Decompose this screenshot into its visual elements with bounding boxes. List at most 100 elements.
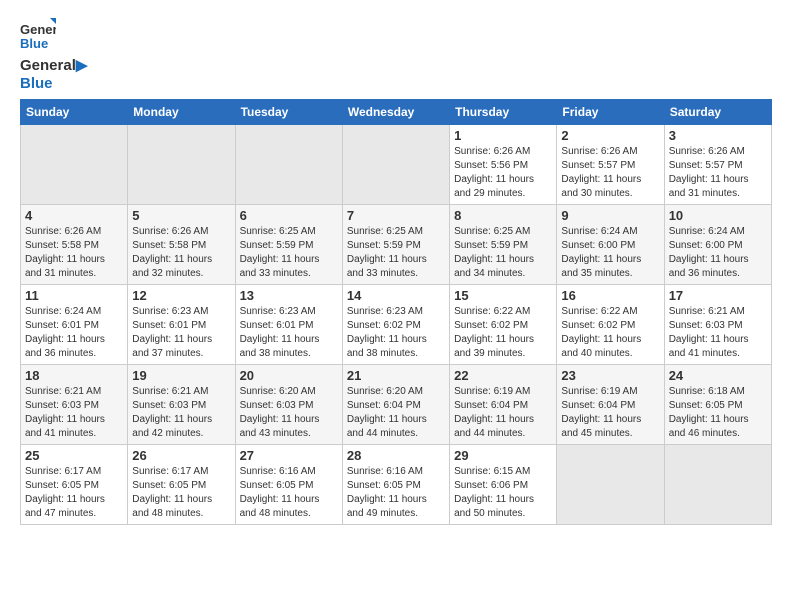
calendar-cell — [342, 125, 449, 205]
calendar-cell: 23Sunrise: 6:19 AM Sunset: 6:04 PM Dayli… — [557, 365, 664, 445]
page-container: General Blue General▶ Blue SundayMondayT… — [0, 0, 792, 535]
day-info: Sunrise: 6:23 AM Sunset: 6:01 PM Dayligh… — [240, 305, 338, 361]
calendar-cell: 5 Sunrise: 6:26 AM Sunset: 5:58 PM Daylig… — [128, 205, 235, 285]
calendar-cell: 10Sunrise: 6:24 AM Sunset: 6:00 PM Dayli… — [664, 205, 771, 285]
day-header-thursday: Thursday — [450, 100, 557, 125]
day-number: 25 — [25, 448, 123, 463]
day-number: 26 — [132, 448, 230, 463]
calendar-cell — [664, 445, 771, 525]
calendar-cell: 29 Sunrise: 6:15 AM Sunset: 6:06 PM Dayli… — [450, 445, 557, 525]
day-number: 16 — [561, 288, 659, 303]
day-info: Sunrise: 6:26 AM Sunset: 5:57 PM Dayligh… — [561, 145, 659, 201]
day-number: 27 — [240, 448, 338, 463]
calendar-cell: 26 Sunrise: 6:17 AM Sunset: 6:05 PM Dayli… — [128, 445, 235, 525]
day-number: 23 — [561, 368, 659, 383]
logo-text: General▶ Blue — [20, 57, 87, 93]
day-info: Sunrise: 6:16 AM Sunset: 6:05 PM Dayligh… — [347, 465, 445, 521]
logo: General Blue General▶ Blue — [20, 16, 87, 93]
day-number: 14 — [347, 288, 445, 303]
day-info: Sunrise: 6:25 AM Sunset: 5:59 PM Dayligh… — [454, 225, 552, 281]
day-header-saturday: Saturday — [664, 100, 771, 125]
calendar-cell: 2 Sunrise: 6:26 AM Sunset: 5:57 PM Daylig… — [557, 125, 664, 205]
day-number: 5 — [132, 208, 230, 223]
calendar-cell: 1Sunrise: 6:26 AM Sunset: 5:56 PM Daylig… — [450, 125, 557, 205]
calendar-cell: 16 Sunrise: 6:22 AM Sunset: 6:02 PM Dayli… — [557, 285, 664, 365]
calendar-cell: 13 Sunrise: 6:23 AM Sunset: 6:01 PM Dayli… — [235, 285, 342, 365]
calendar-cell: 27 Sunrise: 6:16 AM Sunset: 6:05 PM Dayli… — [235, 445, 342, 525]
day-info: Sunrise: 6:24 AM Sunset: 6:01 PM Dayligh… — [25, 305, 123, 361]
day-number: 22 — [454, 368, 552, 383]
day-info: Sunrise: 6:16 AM Sunset: 6:05 PM Dayligh… — [240, 465, 338, 521]
day-info: Sunrise: 6:21 AM Sunset: 6:03 PM Dayligh… — [669, 305, 767, 361]
calendar-week-row: 25 Sunrise: 6:17 AM Sunset: 6:05 PM Dayli… — [21, 445, 772, 525]
day-number: 29 — [454, 448, 552, 463]
calendar-cell: 8 Sunrise: 6:25 AM Sunset: 5:59 PM Daylig… — [450, 205, 557, 285]
day-number: 6 — [240, 208, 338, 223]
day-info: Sunrise: 6:19 AM Sunset: 6:04 PM Dayligh… — [454, 385, 552, 441]
svg-text:Blue: Blue — [20, 36, 48, 51]
day-number: 3 — [669, 128, 767, 143]
day-info: Sunrise: 6:23 AM Sunset: 6:01 PM Dayligh… — [132, 305, 230, 361]
calendar-week-row: 11 Sunrise: 6:24 AM Sunset: 6:01 PM Dayli… — [21, 285, 772, 365]
day-header-monday: Monday — [128, 100, 235, 125]
day-info: Sunrise: 6:25 AM Sunset: 5:59 PM Dayligh… — [240, 225, 338, 281]
day-number: 18 — [25, 368, 123, 383]
day-number: 7 — [347, 208, 445, 223]
day-header-tuesday: Tuesday — [235, 100, 342, 125]
day-info: Sunrise: 6:26 AM Sunset: 5:58 PM Dayligh… — [132, 225, 230, 281]
calendar-cell: 28 Sunrise: 6:16 AM Sunset: 6:05 PM Dayli… — [342, 445, 449, 525]
calendar-cell: 9Sunrise: 6:24 AM Sunset: 6:00 PM Daylig… — [557, 205, 664, 285]
calendar-cell — [235, 125, 342, 205]
day-info: Sunrise: 6:26 AM Sunset: 5:58 PM Dayligh… — [25, 225, 123, 281]
day-number: 11 — [25, 288, 123, 303]
day-info: Sunrise: 6:22 AM Sunset: 6:02 PM Dayligh… — [561, 305, 659, 361]
day-number: 24 — [669, 368, 767, 383]
day-number: 17 — [669, 288, 767, 303]
day-header-wednesday: Wednesday — [342, 100, 449, 125]
header: General Blue General▶ Blue — [20, 16, 772, 93]
day-number: 19 — [132, 368, 230, 383]
day-number: 2 — [561, 128, 659, 143]
day-info: Sunrise: 6:21 AM Sunset: 6:03 PM Dayligh… — [132, 385, 230, 441]
day-header-friday: Friday — [557, 100, 664, 125]
calendar-cell: 20 Sunrise: 6:20 AM Sunset: 6:03 PM Dayli… — [235, 365, 342, 445]
calendar-cell: 25 Sunrise: 6:17 AM Sunset: 6:05 PM Dayli… — [21, 445, 128, 525]
calendar-cell: 19 Sunrise: 6:21 AM Sunset: 6:03 PM Dayli… — [128, 365, 235, 445]
day-number: 21 — [347, 368, 445, 383]
day-number: 13 — [240, 288, 338, 303]
calendar-cell: 7 Sunrise: 6:25 AM Sunset: 5:59 PM Daylig… — [342, 205, 449, 285]
day-info: Sunrise: 6:25 AM Sunset: 5:59 PM Dayligh… — [347, 225, 445, 281]
calendar-cell: 3 Sunrise: 6:26 AM Sunset: 5:57 PM Daylig… — [664, 125, 771, 205]
day-number: 4 — [25, 208, 123, 223]
day-number: 20 — [240, 368, 338, 383]
calendar-table: SundayMondayTuesdayWednesdayThursdayFrid… — [20, 99, 772, 525]
day-number: 10 — [669, 208, 767, 223]
calendar-cell: 22 Sunrise: 6:19 AM Sunset: 6:04 PM Dayli… — [450, 365, 557, 445]
day-number: 12 — [132, 288, 230, 303]
day-info: Sunrise: 6:18 AM Sunset: 6:05 PM Dayligh… — [669, 385, 767, 441]
day-info: Sunrise: 6:15 AM Sunset: 6:06 PM Dayligh… — [454, 465, 552, 521]
calendar-cell: 14Sunrise: 6:23 AM Sunset: 6:02 PM Dayli… — [342, 285, 449, 365]
day-info: Sunrise: 6:17 AM Sunset: 6:05 PM Dayligh… — [132, 465, 230, 521]
day-info: Sunrise: 6:17 AM Sunset: 6:05 PM Dayligh… — [25, 465, 123, 521]
calendar-cell: 17 Sunrise: 6:21 AM Sunset: 6:03 PM Dayli… — [664, 285, 771, 365]
calendar-cell — [21, 125, 128, 205]
calendar-week-row: 4 Sunrise: 6:26 AM Sunset: 5:58 PM Daylig… — [21, 205, 772, 285]
calendar-cell — [557, 445, 664, 525]
day-info: Sunrise: 6:21 AM Sunset: 6:03 PM Dayligh… — [25, 385, 123, 441]
calendar-cell — [128, 125, 235, 205]
day-info: Sunrise: 6:26 AM Sunset: 5:56 PM Dayligh… — [454, 145, 552, 201]
day-info: Sunrise: 6:24 AM Sunset: 6:00 PM Dayligh… — [561, 225, 659, 281]
calendar-cell: 21Sunrise: 6:20 AM Sunset: 6:04 PM Dayli… — [342, 365, 449, 445]
calendar-cell: 4 Sunrise: 6:26 AM Sunset: 5:58 PM Daylig… — [21, 205, 128, 285]
day-number: 28 — [347, 448, 445, 463]
day-info: Sunrise: 6:22 AM Sunset: 6:02 PM Dayligh… — [454, 305, 552, 361]
logo-icon: General Blue — [20, 16, 56, 52]
calendar-week-row: 18 Sunrise: 6:21 AM Sunset: 6:03 PM Dayli… — [21, 365, 772, 445]
calendar-cell: 12 Sunrise: 6:23 AM Sunset: 6:01 PM Dayli… — [128, 285, 235, 365]
day-info: Sunrise: 6:20 AM Sunset: 6:03 PM Dayligh… — [240, 385, 338, 441]
calendar-cell: 24 Sunrise: 6:18 AM Sunset: 6:05 PM Dayli… — [664, 365, 771, 445]
day-number: 15 — [454, 288, 552, 303]
day-number: 8 — [454, 208, 552, 223]
day-info: Sunrise: 6:26 AM Sunset: 5:57 PM Dayligh… — [669, 145, 767, 201]
